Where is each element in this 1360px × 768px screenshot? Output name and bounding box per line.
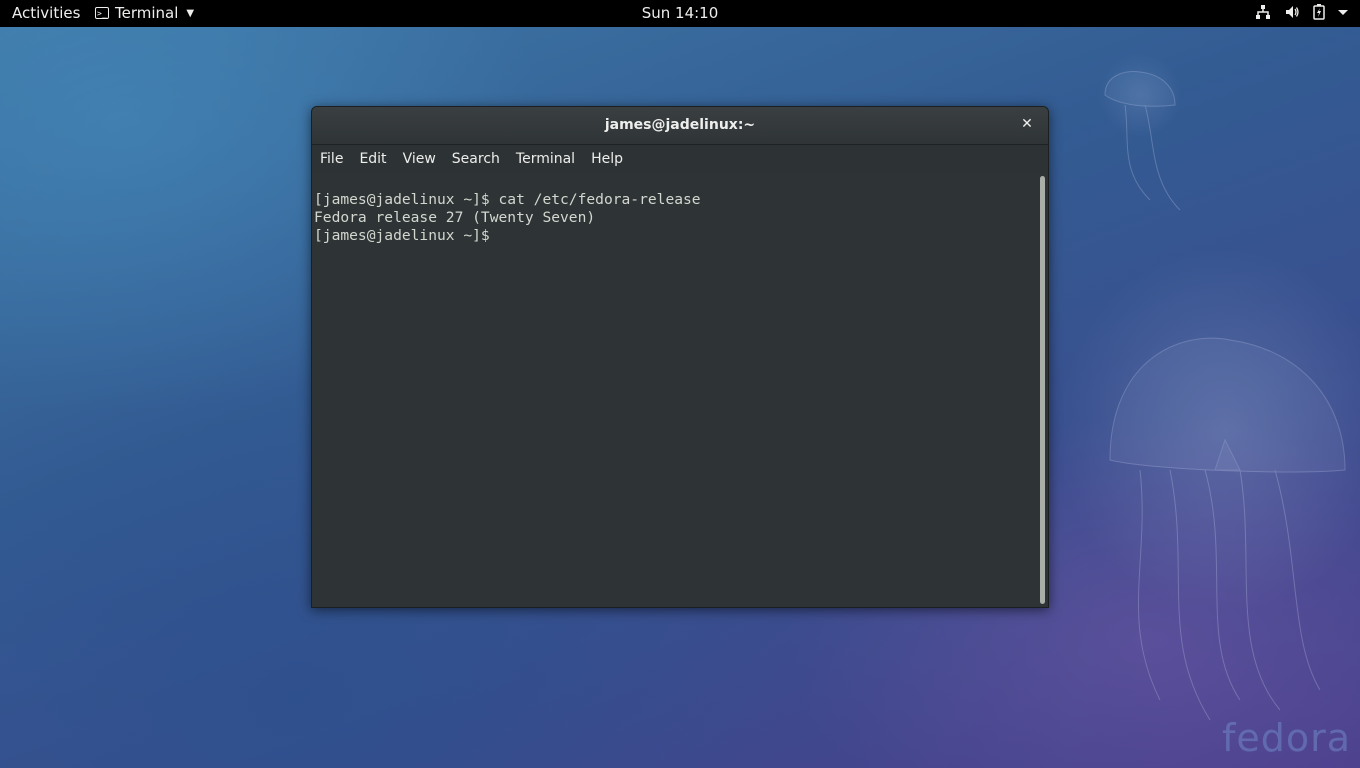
menu-search[interactable]: Search [444,151,508,167]
window-titlebar[interactable]: james@jadelinux:~ ✕ [312,107,1048,145]
network-wired-icon [1256,5,1270,19]
close-icon[interactable]: ✕ [1018,115,1036,133]
menu-terminal[interactable]: Terminal [508,151,583,167]
app-menu-label: Terminal [115,4,179,22]
menu-file[interactable]: File [312,151,351,167]
terminal-window[interactable]: james@jadelinux:~ ✕ File Edit View Searc… [311,106,1049,608]
menu-bar: File Edit View Search Terminal Help [312,145,1048,174]
battery-icon [1313,4,1325,20]
menu-view[interactable]: View [395,151,444,167]
fedora-watermark-logo: fedora [1222,716,1352,760]
window-title: james@jadelinux:~ [604,117,756,133]
chevron-down-icon: ▼ [186,7,195,19]
terminal-icon: >_ [95,7,109,19]
terminal-area[interactable]: [james@jadelinux ~]$ cat /etc/fedora-rel… [312,173,1048,607]
terminal-line: Fedora release 27 (Twenty Seven) [314,209,596,226]
menu-help[interactable]: Help [583,151,631,167]
activities-button[interactable]: Activities [12,4,80,22]
app-menu-button[interactable]: >_ Terminal ▼ [95,4,194,22]
top-bar: Activities >_ Terminal ▼ Sun 14:10 [0,0,1360,27]
system-status-area[interactable] [1255,4,1348,20]
menu-edit[interactable]: Edit [351,151,394,167]
terminal-line: [james@jadelinux ~]$ [314,227,499,244]
clock-button[interactable]: Sun 14:10 [642,4,719,22]
scrollbar[interactable] [1040,176,1045,604]
system-menu-arrow-icon [1338,10,1348,15]
terminal-output: [james@jadelinux ~]$ cat /etc/fedora-rel… [314,173,1034,281]
terminal-line: [james@jadelinux ~]$ cat /etc/fedora-rel… [314,191,701,208]
volume-icon [1286,6,1299,18]
